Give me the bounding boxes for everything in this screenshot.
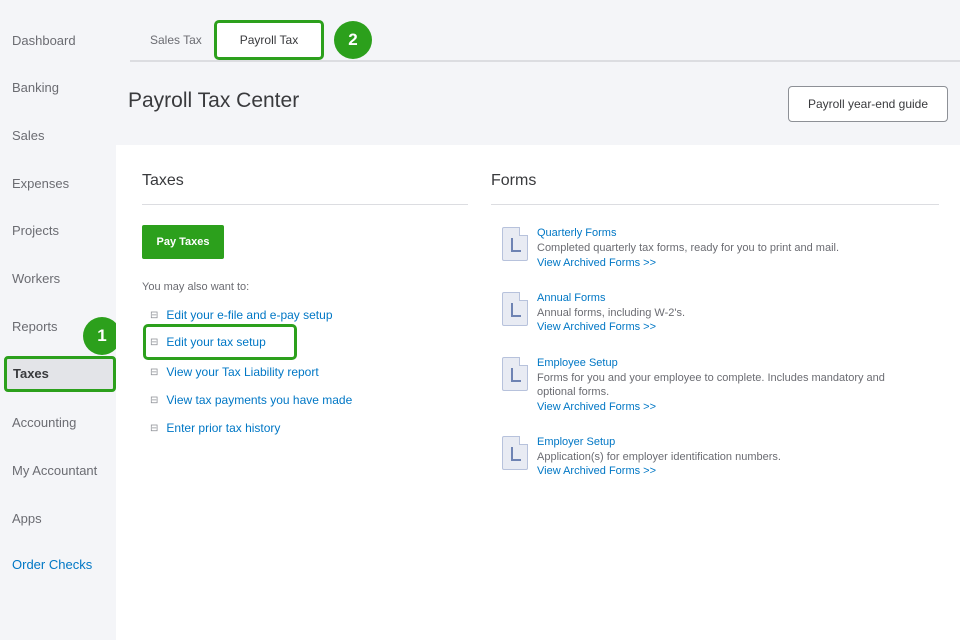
sidebar-item-dashboard[interactable]: Dashboard (0, 23, 116, 59)
sidebar-item-order-checks[interactable]: Order Checks (0, 547, 116, 583)
document-icon (502, 357, 528, 391)
form-description: Application(s) for employer identificati… (537, 451, 781, 463)
edit-efile-epay-setup-link[interactable]: ⊟ Edit your e-file and e-pay setup (150, 306, 333, 324)
link-label: View tax payments you have made (166, 393, 353, 407)
tab-payroll-tax[interactable]: Payroll Tax (214, 20, 324, 60)
bullet-icon: ⊟ (150, 422, 159, 434)
enter-prior-tax-history-link[interactable]: ⊟ Enter prior tax history (150, 419, 280, 437)
employee-setup-link[interactable]: Employee Setup (537, 357, 618, 369)
document-icon (502, 436, 528, 470)
link-label: View your Tax Liability report (166, 365, 319, 379)
bullet-icon: ⊟ (150, 309, 159, 321)
sidebar-item-banking[interactable]: Banking (0, 70, 116, 106)
view-archived-forms-link[interactable]: View Archived Forms >> (537, 465, 656, 477)
form-quarterly: Quarterly Forms Completed quarterly tax … (502, 227, 942, 273)
also-want-label: You may also want to: (142, 281, 250, 293)
tax-tabs: Sales Tax Payroll Tax (130, 20, 960, 62)
link-label: Edit your tax setup (166, 335, 266, 349)
form-description: Completed quarterly tax forms, ready for… (537, 242, 840, 254)
view-archived-forms-link[interactable]: View Archived Forms >> (537, 401, 656, 413)
sidebar-item-workers[interactable]: Workers (0, 261, 116, 297)
link-label: Enter prior tax history (166, 421, 281, 435)
bullet-icon: ⊟ (150, 336, 159, 348)
sidebar-item-my-accountant[interactable]: My Accountant (0, 453, 116, 489)
payroll-year-end-guide-button[interactable]: Payroll year-end guide (788, 86, 948, 122)
bullet-icon: ⊟ (150, 366, 159, 378)
sidebar-item-apps[interactable]: Apps (0, 501, 116, 537)
annual-forms-link[interactable]: Annual Forms (537, 292, 605, 304)
form-description: Annual forms, including W-2's. (537, 307, 686, 319)
employer-setup-link[interactable]: Employer Setup (537, 436, 615, 448)
form-description: Forms for you and your employee to compl… (537, 372, 885, 398)
forms-divider (491, 204, 939, 205)
bullet-icon: ⊟ (150, 394, 159, 406)
link-label: Edit your e-file and e-pay setup (166, 308, 333, 322)
page-title: Payroll Tax Center (128, 89, 300, 112)
form-employee-setup: Employee Setup Forms for you and your em… (502, 357, 942, 417)
pay-taxes-button[interactable]: Pay Taxes (142, 225, 224, 259)
step-badge-2: 2 (334, 21, 372, 59)
sidebar-item-taxes[interactable]: Taxes (4, 356, 116, 392)
edit-tax-setup-link[interactable]: ⊟ Edit your tax setup (143, 324, 297, 360)
document-icon (502, 227, 528, 261)
form-employer-setup: Employer Setup Application(s) for employ… (502, 436, 942, 482)
form-annual: Annual Forms Annual forms, including W-2… (502, 292, 942, 338)
view-tax-liability-report-link[interactable]: ⊟ View your Tax Liability report (150, 363, 319, 381)
view-archived-forms-link[interactable]: View Archived Forms >> (537, 321, 656, 333)
taxes-divider (142, 204, 468, 205)
sidebar-item-accounting[interactable]: Accounting (0, 405, 116, 441)
view-archived-forms-link[interactable]: View Archived Forms >> (537, 257, 656, 269)
forms-section-title: Forms (491, 172, 537, 189)
view-tax-payments-link[interactable]: ⊟ View tax payments you have made (150, 391, 352, 409)
sidebar-item-sales[interactable]: Sales (0, 118, 116, 154)
tab-sales-tax[interactable]: Sales Tax (150, 20, 202, 60)
sidebar-item-projects[interactable]: Projects (0, 213, 116, 249)
quarterly-forms-link[interactable]: Quarterly Forms (537, 227, 616, 239)
sidebar-item-expenses[interactable]: Expenses (0, 166, 116, 202)
taxes-section-title: Taxes (142, 172, 184, 189)
document-icon (502, 292, 528, 326)
